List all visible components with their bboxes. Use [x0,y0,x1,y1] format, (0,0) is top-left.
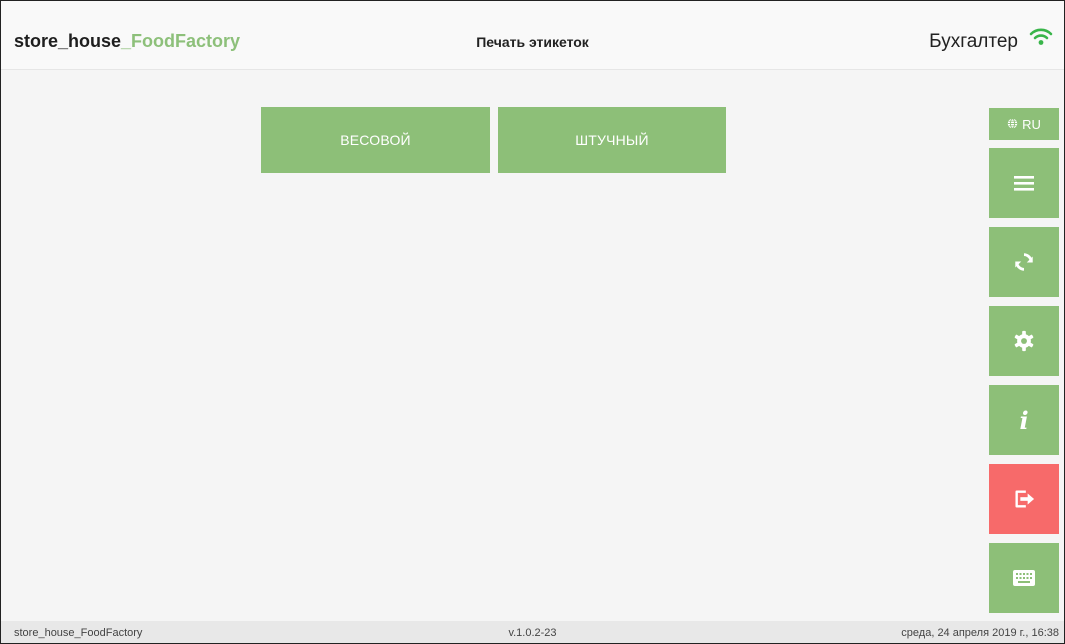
keyboard-button[interactable] [989,543,1059,613]
sync-icon [1013,251,1035,273]
settings-button[interactable] [989,306,1059,376]
wifi-icon [1029,26,1053,48]
page-title: Печать этикеток [476,34,589,50]
logout-icon [1013,488,1035,510]
menu-button[interactable] [989,148,1059,218]
svg-text:i: i [1019,407,1028,433]
language-label: RU [1022,116,1041,132]
weight-mode-label: ВЕСОВОЙ [340,132,411,148]
app-window: store_house_FoodFactory Печать этикеток … [0,0,1065,644]
header: store_house_FoodFactory Печать этикеток … [1,1,1064,70]
settings-icon [1013,330,1035,352]
info-button[interactable]: i [989,385,1059,455]
piece-mode-label: ШТУЧНЫЙ [575,132,649,148]
footer-datetime: среда, 24 апреля 2019 г., 16:38 [901,627,1059,639]
language-button[interactable]: RU [989,108,1059,140]
sync-button[interactable] [989,227,1059,297]
user-name: Бухгалтер [929,31,1018,52]
keyboard-icon [1013,570,1035,586]
logout-button[interactable] [989,464,1059,534]
status-bar: store_house_FoodFactory v.1.0.2-23 среда… [1,621,1064,643]
piece-mode-button[interactable]: ШТУЧНЫЙ [498,107,726,173]
menu-icon [1014,174,1034,192]
weight-mode-button[interactable]: ВЕСОВОЙ [261,107,490,173]
info-icon: i [1016,407,1032,433]
globe-icon [1007,117,1018,132]
